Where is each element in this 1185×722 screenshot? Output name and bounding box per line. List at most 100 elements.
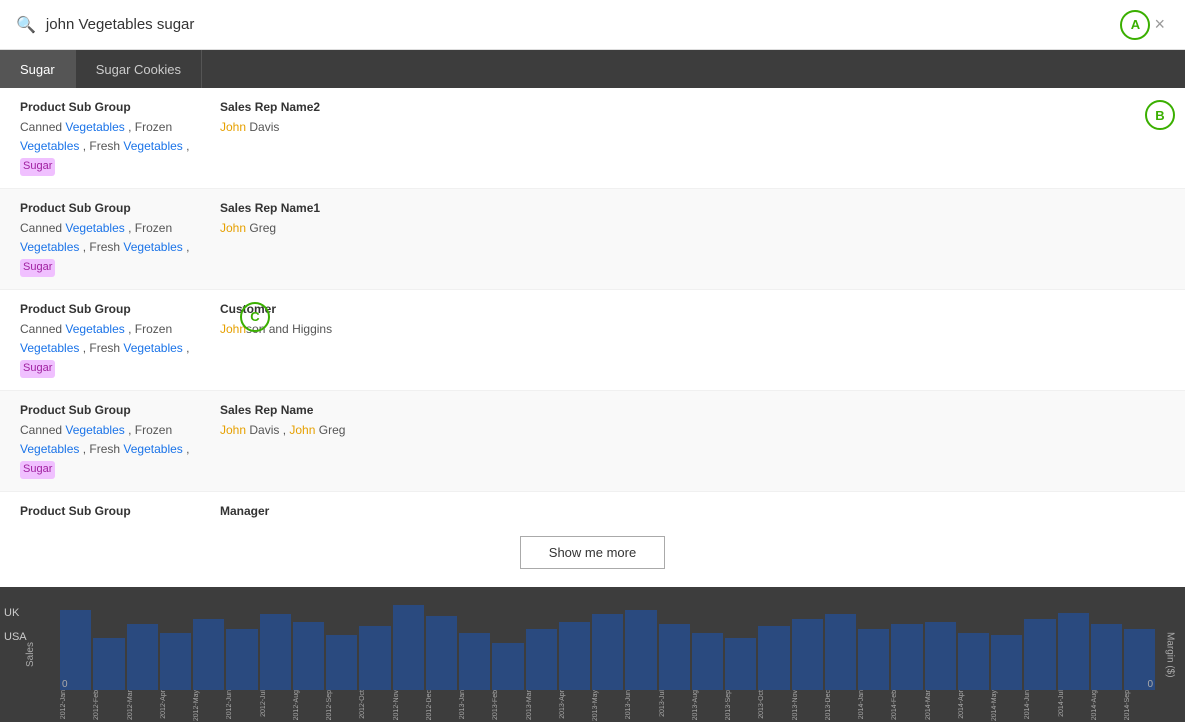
x-label: 2014-Apr [958, 690, 989, 719]
table-row: Product Sub Group Canned Vegetables , Fr… [0, 189, 1185, 290]
john-highlight: John [220, 120, 246, 134]
veg-highlight: Vegetables [65, 221, 124, 235]
x-label: 2012-Jan [60, 690, 91, 719]
bar [160, 633, 191, 690]
veg-highlight: Vegetables [65, 423, 124, 437]
sugar-highlight: Sugar [20, 461, 55, 479]
x-label: 2013-Nov [792, 690, 823, 720]
result-right-5: Manager John Davis , John Greg [220, 504, 1165, 518]
x-label: 2014-Aug [1091, 690, 1122, 720]
field-label-3: Product Sub Group [20, 302, 220, 316]
right-label-4: Sales Rep Name [220, 403, 1165, 417]
right-label-5: Manager [220, 504, 1165, 518]
veg-highlight: Vegetables [20, 341, 79, 355]
x-label: 2013-Feb [492, 690, 523, 720]
bar [260, 614, 291, 690]
result-left-1: Product Sub Group Canned Vegetables , Fr… [20, 100, 220, 176]
sugar-highlight: Sugar [20, 259, 55, 277]
veg-highlight: Vegetables [65, 322, 124, 336]
bar [825, 614, 856, 690]
tab-sugar-cookies[interactable]: Sugar Cookies [76, 50, 202, 88]
badge-c: C [240, 302, 270, 332]
result-right-4: Sales Rep Name John Davis , John Greg [220, 403, 1165, 440]
field-label-2: Product Sub Group [20, 201, 220, 215]
results-area: Product Sub Group Canned Vegetables , Fr… [0, 88, 1185, 518]
result-right-3: Customer Johnson and Higgins [220, 302, 1165, 339]
bar [326, 635, 357, 690]
zero-label-right: 0 [1147, 679, 1153, 690]
x-label: 2013-Jan [459, 690, 490, 719]
x-label: 2013-Sep [725, 690, 756, 720]
bar [127, 624, 158, 690]
bar [459, 633, 490, 690]
show-more-button[interactable]: Show me more [520, 536, 665, 569]
bar [93, 638, 124, 690]
bar [492, 643, 523, 690]
bar [559, 622, 590, 690]
bar [60, 610, 91, 690]
x-label: 2014-May [991, 690, 1022, 721]
veg-highlight: Vegetables [123, 341, 182, 355]
table-row: Product Sub Group Canned Vegetables , Fr… [0, 290, 1185, 391]
bar [625, 610, 656, 690]
result-left-3: Product Sub Group Canned Vegetables , Fr… [20, 302, 220, 378]
search-query[interactable]: john Vegetables sugar [46, 16, 1111, 33]
john-highlight: John [220, 423, 246, 437]
x-label: 2014-Jun [1024, 690, 1055, 719]
bar [426, 616, 457, 690]
tab-sugar[interactable]: Sugar [0, 50, 76, 88]
veg-highlight: Vegetables [20, 139, 79, 153]
john-highlight: John [220, 221, 246, 235]
veg-highlight: Vegetables [123, 240, 182, 254]
right-label-2: Sales Rep Name1 [220, 201, 1165, 215]
x-label: 2012-Feb [93, 690, 124, 720]
result-left-2: Product Sub Group Canned Vegetables , Fr… [20, 201, 220, 277]
x-label: 2014-Mar [925, 690, 956, 720]
x-label: 2012-Jun [226, 690, 257, 719]
bar [725, 638, 756, 690]
x-label: 2012-Aug [293, 690, 324, 720]
sugar-highlight: Sugar [20, 158, 55, 176]
right-values-2: John Greg [220, 219, 1165, 238]
bar [958, 633, 989, 690]
x-label: 2013-Apr [559, 690, 590, 719]
x-label: 2013-Aug [692, 690, 723, 720]
bar [193, 619, 224, 690]
veg-highlight: Vegetables [20, 442, 79, 456]
x-label: 2012-Oct [359, 690, 390, 719]
x-label: 2012-Nov [393, 690, 424, 720]
bar [1024, 619, 1055, 690]
x-label: 2012-Dec [426, 690, 457, 720]
x-label: 2014-Sep [1124, 690, 1155, 720]
x-label: 2013-Oct [758, 690, 789, 719]
bar [1058, 613, 1089, 690]
field-values-1: Canned Vegetables , Frozen Vegetables , … [20, 118, 220, 176]
result-right-1: Sales Rep Name2 John Davis B [220, 100, 1165, 137]
right-label-1: Sales Rep Name2 [220, 100, 1165, 114]
right-values-3: Johnson and Higgins [220, 320, 1165, 339]
table-row: Product Sub Group Canned Vegetables , Fr… [0, 88, 1185, 189]
result-left-5: Product Sub Group Canned Vegetables , Fr… [20, 504, 220, 518]
bar [891, 624, 922, 690]
bar [692, 633, 723, 690]
tab-bar: Sugar Sugar Cookies [0, 50, 1185, 88]
field-label-1: Product Sub Group [20, 100, 220, 114]
bar [226, 629, 257, 690]
field-values-4: Canned Vegetables , Frozen Vegetables , … [20, 421, 220, 479]
x-label: 2012-Apr [160, 690, 191, 719]
close-icon[interactable]: × [1150, 14, 1169, 35]
bar [592, 614, 623, 690]
search-bar: 🔍 john Vegetables sugar A × [0, 0, 1185, 50]
chart-area: UK USA Sales 2012-Jan2012-Feb2012-Mar201… [0, 587, 1185, 722]
right-values-4: John Davis , John Greg [220, 421, 1165, 440]
table-row: Product Sub Group Canned Vegetables , Fr… [0, 492, 1185, 518]
veg-highlight: Vegetables [65, 120, 124, 134]
y-right-label: Margin ($) [1165, 632, 1176, 678]
bar [925, 622, 956, 690]
x-label: 2012-May [193, 690, 224, 721]
y-left-label: Sales [25, 642, 36, 667]
bar [792, 619, 823, 690]
x-label: 2013-Jul [659, 690, 690, 717]
x-label: 2013-Jun [625, 690, 656, 719]
bar [758, 626, 789, 690]
